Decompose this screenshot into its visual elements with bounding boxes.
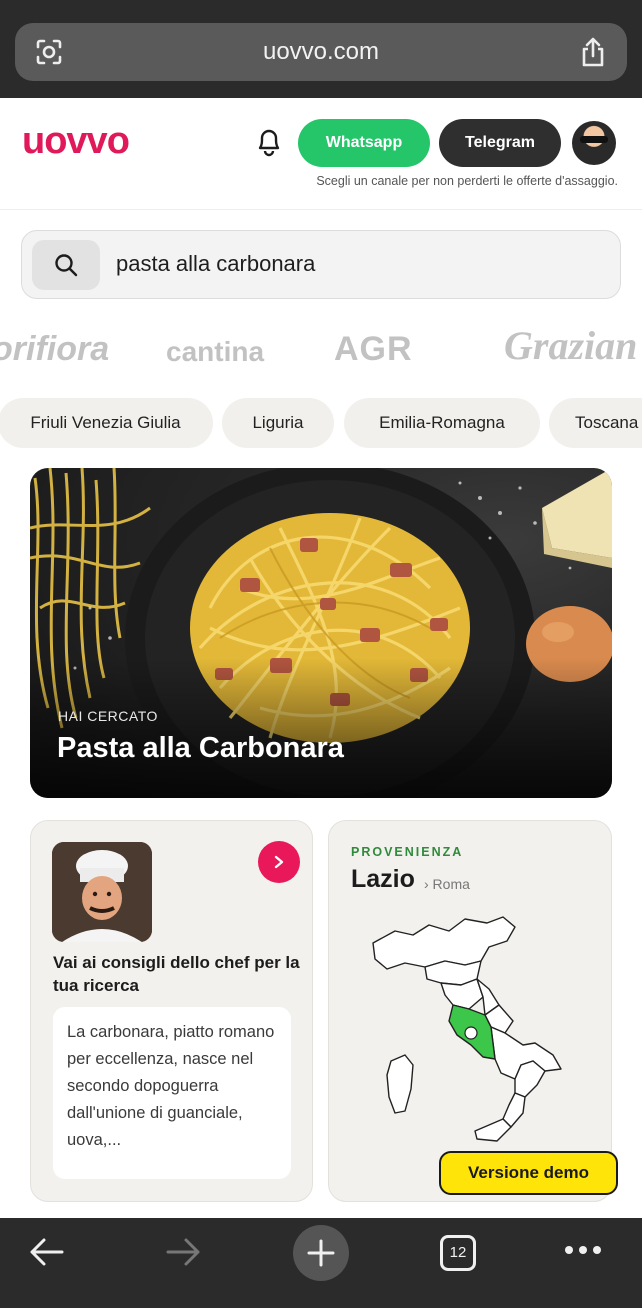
brand-logo[interactable]: cantina	[166, 336, 264, 368]
hero-title: Pasta alla Carbonara	[57, 732, 344, 764]
search-icon	[55, 254, 78, 277]
bell-icon[interactable]	[254, 126, 284, 158]
search-input[interactable]: pasta alla carbonara	[116, 251, 315, 277]
hero-overlay	[30, 658, 612, 798]
origin-card[interactable]: PROVENIENZA Lazio › Roma	[328, 820, 612, 1202]
brand-logo[interactable]: Grazian	[504, 322, 637, 369]
region-chip[interactable]: Liguria	[222, 398, 334, 448]
hero-card[interactable]: HAI CERCATO Pasta alla Carbonara	[30, 468, 612, 798]
origin-kicker: PROVENIENZA	[351, 845, 464, 859]
region-chip[interactable]: Toscana	[549, 398, 642, 448]
brand-logo[interactable]: AGR	[334, 330, 413, 369]
chef-card-title: Vai ai consigli dello chef per la tua ri…	[53, 953, 300, 995]
search-button[interactable]	[32, 240, 100, 290]
chef-tips-card[interactable]: Vai ai consigli dello chef per la tua ri…	[30, 820, 313, 1202]
chef-card-text: La carbonara, piatto romano per eccellen…	[67, 1023, 275, 1149]
search-bar[interactable]: pasta alla carbonara	[21, 230, 621, 299]
origin-city: › Roma	[424, 876, 470, 892]
italy-map	[372, 916, 562, 1142]
address-bar[interactable]: uovvo.com	[15, 23, 627, 81]
brand-strip[interactable]: orifiora cantina AGR Grazian	[0, 318, 642, 382]
avatar[interactable]	[572, 121, 616, 165]
browser-bottom-bar: 12	[0, 1218, 642, 1308]
region-chips: Friuli Venezia Giulia Liguria Emilia-Rom…	[0, 398, 642, 450]
chevron-right-icon	[274, 855, 284, 869]
share-icon[interactable]	[579, 36, 607, 68]
plus-icon	[307, 1239, 335, 1267]
origin-region: Lazio	[351, 865, 415, 893]
forward-arrow-icon[interactable]	[166, 1236, 202, 1268]
region-chip[interactable]: Friuli Venezia Giulia	[0, 398, 213, 448]
next-button[interactable]	[258, 841, 300, 883]
chef-photo	[52, 842, 152, 942]
brand-logo[interactable]: orifiora	[0, 330, 109, 369]
header-subtitle: Scegli un canale per non perderti le off…	[316, 174, 618, 188]
url-text[interactable]: uovvo.com	[15, 38, 627, 66]
more-icon[interactable]	[563, 1244, 603, 1256]
site-logo[interactable]: uovvo	[22, 120, 130, 163]
site-header: uovvo Whatsapp Telegram Scegli un canale…	[0, 98, 642, 210]
region-chip[interactable]: Emilia-Romagna	[344, 398, 540, 448]
new-tab-button[interactable]	[293, 1225, 349, 1281]
telegram-button[interactable]: Telegram	[439, 119, 561, 167]
whatsapp-button[interactable]: Whatsapp	[298, 119, 430, 167]
chef-text-box: La carbonara, piatto romano per eccellen…	[53, 1007, 291, 1179]
demo-version-badge[interactable]: Versione demo	[439, 1151, 618, 1195]
tab-switcher-button[interactable]: 12	[440, 1235, 476, 1271]
hero-kicker: HAI CERCATO	[58, 708, 158, 724]
back-arrow-icon[interactable]	[28, 1236, 64, 1268]
browser-top-bar: uovvo.com	[0, 0, 642, 98]
